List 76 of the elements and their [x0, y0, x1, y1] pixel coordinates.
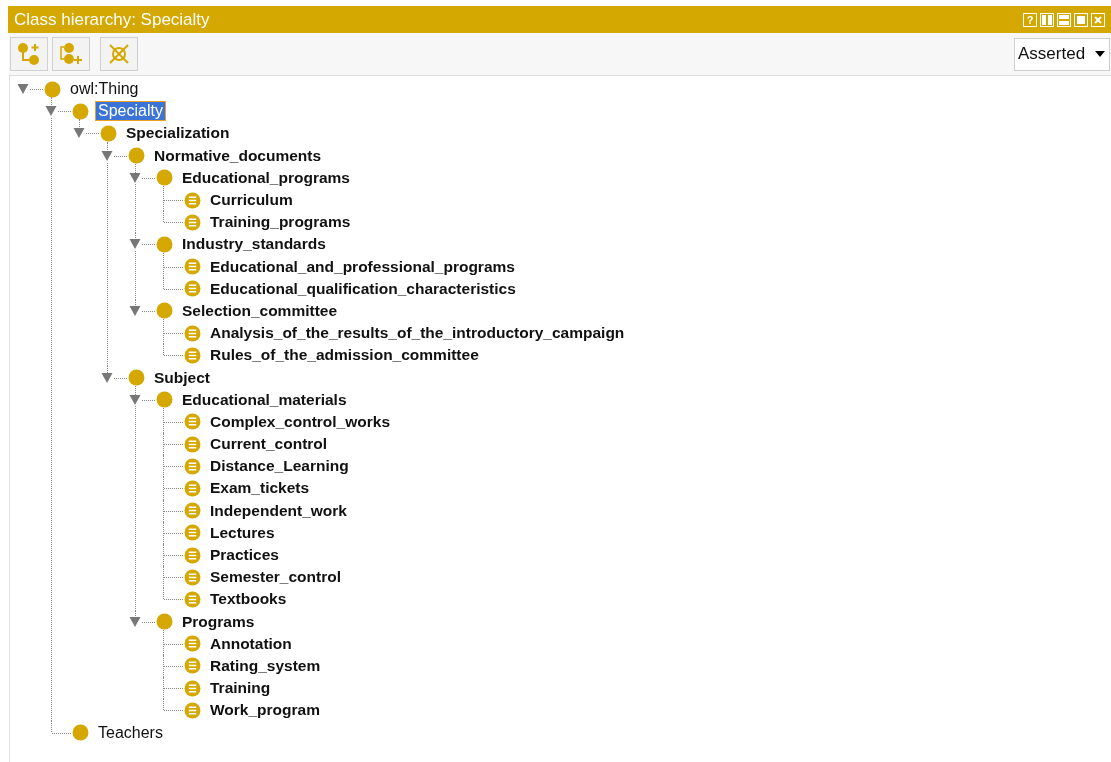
tree-item[interactable]: Textbooks: [207, 589, 290, 610]
triangle-icon[interactable]: [101, 372, 113, 384]
triangle-icon[interactable]: [129, 172, 141, 184]
tree-item[interactable]: Complex_control_works: [207, 411, 394, 432]
circle-lines-icon: [184, 413, 201, 431]
tree-item[interactable]: Educational_and_professional_programs: [207, 256, 518, 277]
caret-icon: [1095, 51, 1105, 57]
triangle-icon[interactable]: [101, 150, 113, 162]
circle-icon: [128, 369, 145, 387]
add-subclass-icon: [17, 42, 41, 66]
circle-icon: [156, 613, 173, 631]
circle-icon: [100, 124, 117, 142]
circle-lines-icon: [184, 191, 201, 209]
crossed-circle-icon: [107, 42, 131, 66]
circle-lines-icon: [184, 590, 201, 608]
tree-item[interactable]: owl:Thing: [67, 79, 142, 100]
circle-lines-icon: [184, 657, 201, 675]
tree-item[interactable]: Teachers: [95, 722, 166, 743]
circle-lines-icon: [184, 435, 201, 453]
triangle-icon[interactable]: [129, 616, 141, 628]
circle-icon: [128, 147, 145, 165]
circle-lines-icon: [184, 546, 201, 564]
window-title: Class hierarchy: Specialty: [14, 9, 211, 30]
circle-lines-icon: [184, 346, 201, 364]
circle-lines-icon: [184, 457, 201, 475]
circle-lines-icon: [184, 701, 201, 719]
circle-lines-icon: [184, 635, 201, 653]
tree-item[interactable]: Educational_programs: [179, 167, 353, 188]
tree-item[interactable]: Educational_qualification_characteristics: [207, 278, 519, 299]
view-dropdown[interactable]: Asserted: [1014, 37, 1110, 71]
triangle-icon[interactable]: [17, 84, 29, 96]
tree-item[interactable]: Selection_committee: [179, 300, 341, 321]
circle-lines-icon: [184, 479, 201, 497]
tree-item[interactable]: Curriculum: [207, 190, 296, 211]
tree-item[interactable]: Work_program: [207, 700, 323, 721]
tree-item[interactable]: Annotation: [207, 633, 295, 654]
triangle-icon[interactable]: [73, 128, 85, 140]
tree-item[interactable]: Current_control: [207, 434, 331, 455]
circle-icon: [156, 169, 173, 187]
add-sibling-icon: [59, 42, 83, 66]
tree-item[interactable]: Lectures: [207, 522, 278, 543]
tree-item[interactable]: Specialization: [123, 123, 233, 144]
circle-icon: [156, 235, 173, 253]
circle-lines-icon: [184, 679, 201, 697]
circle-icon: [72, 724, 89, 742]
tree-item[interactable]: Normative_documents: [151, 145, 325, 166]
circle-icon: [156, 391, 173, 409]
circle-lines-icon: [184, 568, 201, 586]
tree-item[interactable]: Programs: [179, 611, 258, 632]
circle-lines-icon: [184, 502, 201, 520]
circle-icon: [156, 302, 173, 320]
circle-lines-icon: [184, 524, 201, 542]
triangle-icon[interactable]: [129, 305, 141, 317]
circle-lines-icon: [184, 213, 201, 231]
tree-item[interactable]: Educational_materials: [179, 389, 350, 410]
circle-lines-icon: [184, 280, 201, 298]
circle-lines-icon: [184, 324, 201, 342]
tree-item[interactable]: Training: [207, 678, 274, 699]
triangle-icon[interactable]: [45, 106, 57, 118]
triangle-icon[interactable]: [129, 394, 141, 406]
tree-item[interactable]: Subject: [151, 367, 213, 388]
triangle-icon[interactable]: [129, 239, 141, 251]
circle-icon: [44, 80, 61, 98]
tree-item[interactable]: Independent_work: [207, 500, 350, 521]
tree-item[interactable]: Rules_of_the_admission_committee: [207, 345, 482, 366]
tree-item[interactable]: Analysis_of_the_results_of_the_introductory_campaign: [207, 323, 628, 344]
tree-item[interactable]: Specialty: [95, 101, 166, 122]
tree-item[interactable]: Training_programs: [207, 212, 354, 233]
tree-item[interactable]: Exam_tickets: [207, 478, 313, 499]
tree-item[interactable]: Industry_standards: [179, 234, 329, 255]
circle-lines-icon: [184, 258, 201, 276]
circle-icon: [72, 102, 89, 120]
tree-item[interactable]: Semester_control: [207, 567, 344, 588]
tree-item[interactable]: Distance_Learning: [207, 456, 352, 477]
tree-item[interactable]: Rating_system: [207, 655, 324, 676]
tree-item[interactable]: Practices: [207, 545, 282, 566]
